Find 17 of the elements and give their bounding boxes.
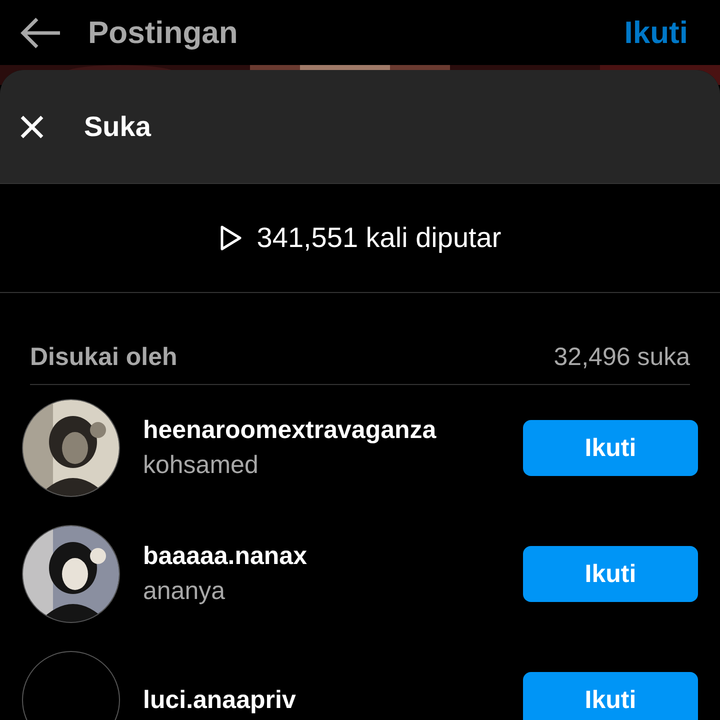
liked-by-label: Disukai oleh <box>30 343 178 372</box>
page-title: Postingan <box>88 14 239 50</box>
follow-button[interactable]: Ikuti <box>523 420 698 476</box>
display-name: ananya <box>143 577 226 606</box>
play-icon <box>218 224 243 252</box>
username[interactable]: heenaroomextravaganza <box>143 416 523 445</box>
username[interactable]: luci.anaapriv <box>143 686 523 714</box>
sheet-title: Suka <box>84 110 151 142</box>
username[interactable]: baaaaa.nanax <box>143 542 523 571</box>
follow-link[interactable]: Ikuti <box>624 14 688 50</box>
display-name: kohsamed <box>143 451 260 480</box>
back-icon[interactable] <box>20 16 62 48</box>
like-count: 32,496 suka <box>554 343 690 372</box>
play-count: 341,551 kali diputar <box>256 222 502 254</box>
follow-button[interactable]: Ikuti <box>523 672 698 720</box>
follow-button[interactable]: Ikuti <box>523 546 698 602</box>
close-icon[interactable] <box>20 114 44 138</box>
